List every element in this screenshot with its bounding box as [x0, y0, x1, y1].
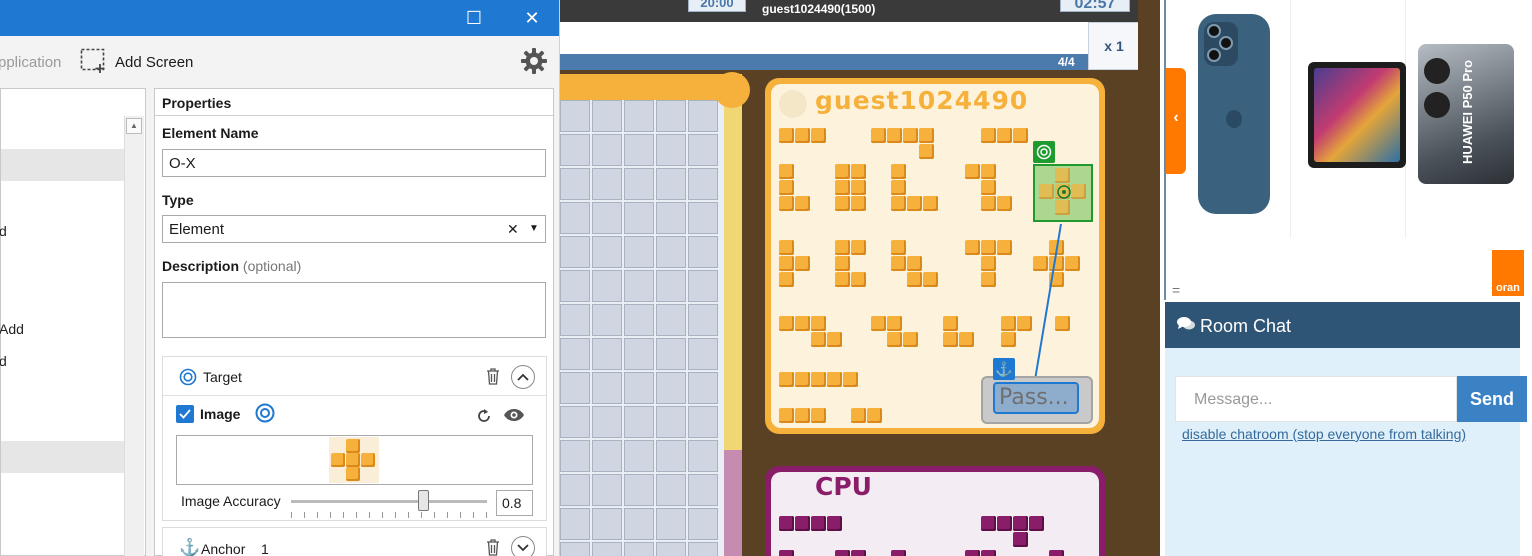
- target-section: Target Image Image Accuracy 0.8: [162, 356, 547, 521]
- close-button[interactable]: ✕: [512, 0, 552, 36]
- pass-button[interactable]: Pass...: [981, 376, 1093, 424]
- ad-banner[interactable]: ‹ HUAWEI P50 Pro oran =: [1164, 0, 1524, 300]
- maximize-button[interactable]: ☐: [454, 0, 494, 36]
- type-label: Type: [162, 192, 194, 208]
- huawei-image: HUAWEI P50 Pro: [1418, 44, 1514, 184]
- right-timer: 02:57: [1060, 0, 1130, 12]
- ad-product-ipad[interactable]: [1306, 0, 1406, 238]
- divider: [155, 115, 553, 116]
- brand-tab[interactable]: oran: [1492, 250, 1524, 296]
- target-image-preview: [176, 435, 533, 485]
- anchor-count: 1: [261, 541, 269, 556]
- add-application-button[interactable]: pplication: [0, 54, 61, 71]
- ipad-image: [1308, 62, 1406, 168]
- trash-icon[interactable]: [485, 538, 501, 556]
- ad-product-iphone[interactable]: [1193, 0, 1291, 238]
- player-board: guest1024490 Pass... ⚓: [765, 78, 1105, 434]
- anchor-marker-icon: ⚓: [993, 358, 1015, 380]
- anchor-label: Anchor: [201, 541, 246, 556]
- chevron-up-icon[interactable]: [511, 365, 535, 389]
- add-screen-button[interactable]: Add Screen: [115, 54, 193, 71]
- huawei-label: HUAWEI P50 Pro: [1460, 59, 1475, 164]
- target-label: Target: [203, 369, 242, 385]
- accuracy-slider-thumb[interactable]: [418, 490, 429, 511]
- game-header: 20:00 guest1024490(1500) 02:57: [560, 0, 1160, 22]
- refresh-icon[interactable]: [474, 406, 494, 429]
- image-target-icon[interactable]: [255, 403, 275, 426]
- properties-panel: Properties Element Name O-X Type Element…: [154, 88, 554, 556]
- description-optional: (optional): [242, 258, 302, 274]
- description-field[interactable]: [162, 282, 546, 338]
- pass-button-label: Pass...: [993, 382, 1079, 414]
- main-board-grid[interactable]: [560, 100, 724, 556]
- comments-icon: [1177, 316, 1195, 335]
- send-button[interactable]: Send: [1457, 376, 1527, 422]
- scroll-up-icon[interactable]: ▲: [126, 118, 142, 134]
- eye-icon[interactable]: [503, 407, 525, 426]
- status-bar: [560, 22, 1140, 54]
- chat-title: Room Chat: [1200, 316, 1292, 336]
- tree-row-selected[interactable]: [1, 149, 125, 181]
- tree-item[interactable]: d: [0, 223, 123, 239]
- app-window: ☐ ✕ pplication Add Screen d Add d ▲ Prop…: [0, 0, 560, 556]
- preview-image: [329, 437, 379, 483]
- divider: [163, 395, 546, 396]
- add-screen-icon[interactable]: [80, 48, 108, 77]
- target-icon: [179, 368, 197, 389]
- image-accuracy-label: Image Accuracy: [181, 493, 281, 509]
- multiplier-badge[interactable]: x 1: [1088, 22, 1140, 70]
- accuracy-value-field[interactable]: 0.8: [496, 490, 533, 516]
- chevron-down-icon[interactable]: [511, 536, 535, 556]
- gear-icon[interactable]: [520, 47, 548, 78]
- player-header: guest1024490(1500): [762, 2, 876, 16]
- tree-item[interactable]: d: [0, 353, 123, 369]
- element-name-label: Element Name: [162, 125, 259, 141]
- progress-bar: 4/4: [560, 54, 1140, 70]
- left-timer: 20:00: [688, 0, 746, 12]
- properties-header: Properties: [162, 95, 232, 111]
- clear-icon[interactable]: ✕: [507, 221, 519, 238]
- progress-text: 4/4: [1058, 55, 1075, 69]
- element-name-field[interactable]: O-X: [162, 149, 546, 177]
- trash-icon[interactable]: [485, 367, 501, 388]
- image-label: Image: [200, 406, 241, 422]
- type-value: Element: [169, 221, 225, 238]
- iphone-image: [1198, 14, 1270, 214]
- slider-ticks: [291, 512, 487, 518]
- player-board-inner: guest1024490 Pass... ⚓: [771, 84, 1099, 428]
- anchor-icon: ⚓: [179, 538, 201, 556]
- page-gutter: [1138, 0, 1162, 556]
- chat-header: Room Chat: [1165, 302, 1520, 348]
- ad-menu-icon[interactable]: =: [1172, 282, 1180, 298]
- disable-chatroom-link[interactable]: disable chatroom (stop everyone from tal…: [1182, 426, 1466, 442]
- image-checkbox[interactable]: [176, 405, 194, 423]
- type-select[interactable]: Element ✕ ▼: [162, 215, 546, 243]
- accuracy-slider-track[interactable]: [291, 500, 487, 503]
- tree-item[interactable]: Add: [0, 321, 123, 337]
- anchor-section: ⚓ Anchor 1: [162, 527, 547, 556]
- chevron-down-icon[interactable]: ▼: [529, 223, 539, 234]
- tree-scrollbar[interactable]: ▲: [124, 116, 144, 556]
- description-label-group: Description (optional): [162, 258, 301, 274]
- cpu-board-name: CPU: [815, 472, 872, 501]
- chevron-left-icon[interactable]: ‹: [1166, 68, 1186, 174]
- title-bar: ☐ ✕: [0, 0, 559, 36]
- board-corner-knob: [714, 72, 750, 108]
- room-chat: Room Chat Message... Send disable chatro…: [1165, 302, 1527, 556]
- tree-row-highlight[interactable]: [1, 441, 125, 473]
- cpu-board-inner: CPU: [771, 472, 1099, 556]
- message-input[interactable]: Message...: [1175, 376, 1457, 422]
- toolbar: pplication Add Screen: [0, 36, 559, 88]
- ad-product-huawei[interactable]: HUAWEI P50 Pro: [1416, 0, 1520, 238]
- board-side-rail-purple: [724, 450, 742, 556]
- description-label: Description: [162, 258, 240, 274]
- game-area: 20:00 guest1024490(1500) 02:57 4/4 x 1 g…: [560, 0, 1160, 556]
- cpu-board: CPU: [765, 466, 1105, 556]
